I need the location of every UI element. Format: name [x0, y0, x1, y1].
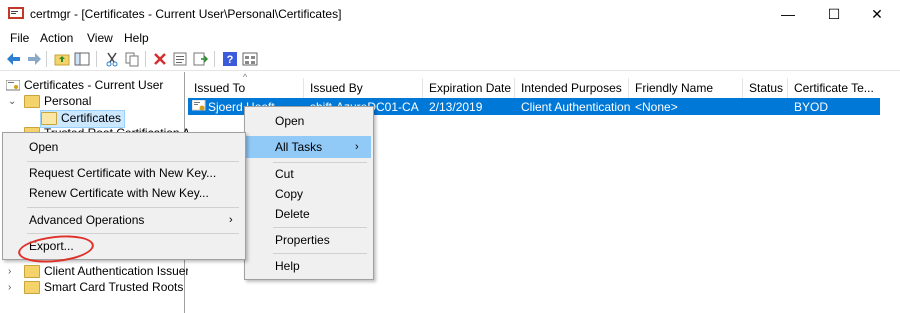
svg-text:?: ? [227, 54, 234, 66]
title-bar: certmgr - [Certificates - Current User\P… [0, 0, 900, 28]
menu-item-label: All Tasks [275, 140, 323, 154]
menu-item-delete[interactable]: Delete [245, 203, 371, 225]
column-header-purposes[interactable]: Intended Purposes [515, 78, 629, 100]
menu-item-properties[interactable]: Properties [245, 229, 371, 251]
menu-file[interactable]: File [10, 31, 29, 45]
chevron-right-icon[interactable]: › [8, 282, 11, 293]
forward-arrow-icon[interactable] [26, 51, 42, 67]
close-button[interactable]: ✕ [854, 2, 900, 26]
window-title: certmgr - [Certificates - Current User\P… [30, 7, 342, 21]
menu-separator [27, 233, 239, 234]
view-icon[interactable] [242, 51, 258, 67]
certmgr-app-icon [8, 7, 24, 19]
menu-item-copy[interactable]: Copy [245, 183, 371, 205]
menu-item-all-tasks[interactable]: All Tasks › [245, 136, 371, 158]
copy-icon[interactable] [124, 51, 140, 67]
tree-item-client-auth-issuers[interactable]: Client Authentication Issuers [24, 264, 195, 280]
tree-label: Certificates - Current User [24, 78, 164, 92]
chevron-right-icon: › [229, 214, 233, 226]
tree-label: Smart Card Trusted Roots [44, 280, 184, 294]
menu-item-help[interactable]: Help [245, 255, 371, 277]
cut-icon[interactable] [104, 51, 120, 67]
folder-icon [24, 281, 40, 295]
menu-bar: File Action View Help [0, 28, 900, 48]
menu-item-open[interactable]: Open [245, 110, 371, 132]
properties-icon[interactable] [172, 51, 188, 67]
column-header-friendly-name[interactable]: Friendly Name [629, 78, 743, 100]
toolbar-separator [96, 51, 97, 67]
toolbar-separator [145, 51, 146, 67]
folder-icon [24, 95, 40, 109]
tree-label: Personal [44, 94, 92, 108]
menu-help[interactable]: Help [124, 31, 149, 45]
menu-item-label: Advanced Operations [29, 213, 145, 227]
tree-item-root[interactable]: Certificates - Current User [6, 78, 163, 94]
toolbar-separator [214, 51, 215, 67]
delete-icon[interactable] [152, 51, 168, 67]
tree-label: Client Authentication Issuers [44, 264, 196, 278]
cell-template: BYOD [794, 100, 829, 114]
tree-label: Certificates [61, 111, 122, 125]
chevron-down-icon[interactable]: ⌄ [8, 96, 16, 107]
menu-item-renew-new-key[interactable]: Renew Certificate with New Key... [3, 182, 243, 204]
menu-action[interactable]: Action [40, 31, 73, 45]
column-header-status[interactable]: Status [743, 78, 788, 100]
up-folder-icon[interactable] [54, 51, 70, 67]
cell-expiration: 2/13/2019 [429, 100, 483, 114]
cell-purposes: Client Authentication [521, 100, 631, 114]
tree-item-personal[interactable]: Personal [24, 94, 91, 110]
menu-item-cut[interactable]: Cut [245, 163, 371, 185]
chevron-right-icon[interactable]: › [8, 266, 11, 277]
menu-separator [273, 253, 367, 254]
certificates-store-icon [6, 79, 20, 91]
menu-item-request-new-key[interactable]: Request Certificate with New Key... [3, 162, 243, 184]
export-list-icon[interactable] [192, 51, 208, 67]
menu-item-open[interactable]: Open [3, 136, 243, 158]
menu-separator [27, 207, 239, 208]
show-hide-tree-icon[interactable] [74, 51, 90, 67]
toolbar: ? [0, 48, 900, 71]
help-icon[interactable]: ? [222, 51, 238, 67]
chevron-right-icon: › [355, 141, 359, 153]
column-header-issued-to[interactable]: Issued To [188, 78, 304, 100]
folder-icon [24, 265, 40, 279]
column-header-issued-by[interactable]: Issued By [304, 78, 423, 100]
folder-open-icon [41, 112, 57, 126]
column-header-template[interactable]: Certificate Te... [788, 78, 880, 100]
column-header-expiration[interactable]: Expiration Date [423, 78, 515, 100]
maximize-button[interactable]: ☐ [811, 2, 857, 26]
context-menu: Open All Tasks › Cut Copy Delete Propert… [244, 106, 374, 280]
back-arrow-icon[interactable] [6, 51, 22, 67]
menu-item-advanced-operations[interactable]: Advanced Operations › [3, 209, 243, 231]
tree-item-smart-card-roots[interactable]: Smart Card Trusted Roots [24, 280, 183, 296]
minimize-button[interactable]: — [765, 2, 811, 26]
menu-separator [273, 227, 367, 228]
menu-view[interactable]: View [87, 31, 113, 45]
certificate-icon [192, 100, 206, 111]
cell-friendly-name: <None> [635, 100, 678, 114]
toolbar-separator [46, 51, 47, 67]
